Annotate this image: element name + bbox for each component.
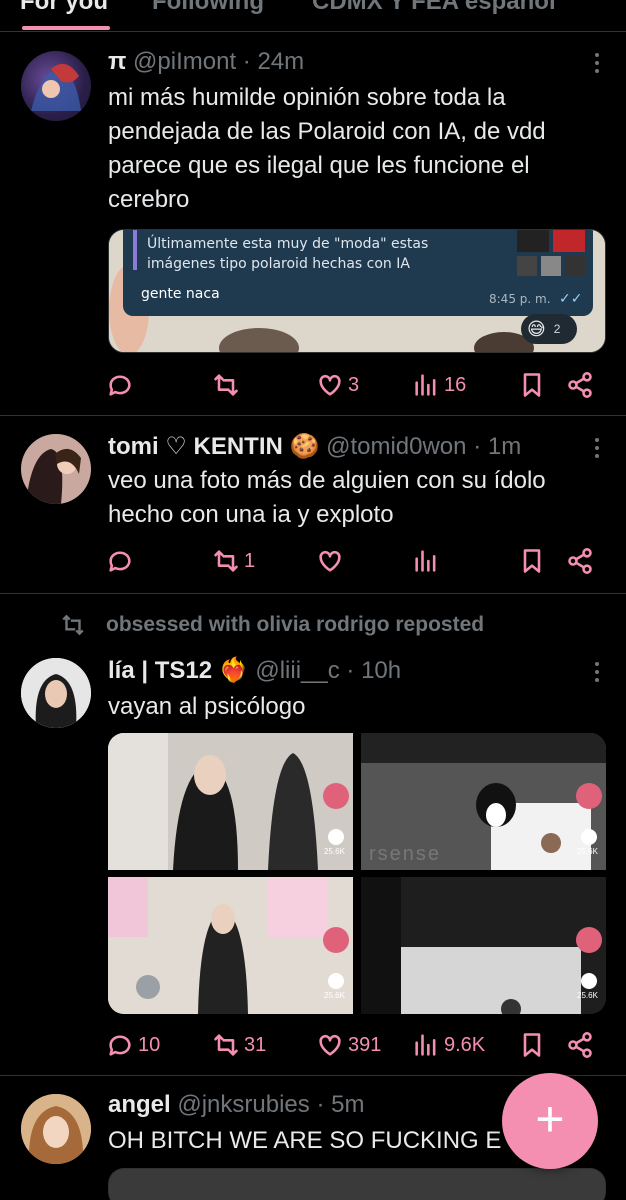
repost-icon (214, 1034, 238, 1056)
quoted-line-2: imágenes tipo polaroid hechas con IA (147, 256, 410, 272)
more-options-icon[interactable] (594, 436, 600, 460)
read-check-icon: ✓✓ (559, 290, 583, 306)
media-image-1[interactable]: 25.6K (108, 733, 353, 870)
post-text: OH BITCH WE ARE SO FUCKING E (108, 1127, 502, 1154)
post-actions: 1 (106, 544, 596, 578)
reply-icon (109, 1035, 131, 1056)
bookmark-icon (523, 549, 541, 573)
post-header: π @piImont · 24m (108, 47, 304, 77)
chat-bubble: Últimamente esta muy de "moda" estas imá… (123, 230, 593, 316)
like-button[interactable]: 391 (316, 1028, 381, 1062)
top-tabs: For you Following CDMX Y FEA español (0, 0, 626, 32)
repost-icon (214, 374, 238, 396)
post-text: vayan al psicólogo (108, 693, 306, 720)
bookmark-button[interactable] (518, 1028, 546, 1062)
timestamp[interactable]: · 1m (473, 433, 521, 460)
quoted-thumbnails (517, 230, 587, 278)
views-button[interactable] (412, 544, 444, 578)
post-header: lía | TS12 ❤‍🔥 @liii__c · 10h (108, 656, 401, 686)
display-name[interactable]: π (108, 48, 126, 75)
post-text: veo una foto más de alguien con su ídolo… (108, 467, 546, 528)
timestamp[interactable]: · 10h (346, 657, 401, 684)
bookmark-button[interactable] (518, 368, 546, 402)
post-media-image[interactable]: Últimamente esta muy de "moda" estas imá… (108, 229, 606, 353)
views-button[interactable]: 16 (412, 368, 466, 402)
tab-for-you[interactable]: For you (20, 0, 108, 16)
active-tab-indicator (22, 26, 110, 30)
handle[interactable]: @jnksrubies (177, 1091, 309, 1118)
chat-time: 8:45 p. m. (489, 292, 551, 306)
reply-button[interactable] (106, 368, 138, 402)
media-watermark: rsense (369, 843, 442, 865)
views-button[interactable]: 9.6K (412, 1028, 485, 1062)
like-button[interactable] (316, 544, 348, 578)
share-icon (568, 548, 592, 574)
media-like-count: 25.6K (324, 847, 345, 856)
reply-button[interactable] (106, 544, 138, 578)
avatar[interactable] (21, 51, 91, 121)
tab-list[interactable]: CDMX Y FEA español (312, 0, 556, 16)
views-icon (415, 550, 436, 572)
post-text: mi más humilde opinión sobre toda la pen… (108, 84, 546, 213)
more-options-icon[interactable] (594, 660, 600, 684)
heart-icon (319, 550, 341, 572)
more-options-icon[interactable] (594, 51, 600, 75)
display-name[interactable]: angel (108, 1091, 171, 1118)
share-button[interactable] (566, 544, 594, 578)
timestamp[interactable]: · 5m (316, 1091, 364, 1118)
bookmark-icon (523, 373, 541, 397)
views-icon (415, 374, 436, 396)
emoji-icon: 😅 (527, 318, 546, 339)
media-like-count: 25.6K (577, 991, 598, 1000)
media-like-count: 25.6K (577, 847, 598, 856)
post[interactable]: tomi ♡ KENTIN 🍪 @tomid0won · 1m veo una … (0, 416, 626, 594)
reply-button[interactable]: 10 (106, 1028, 160, 1062)
share-icon (568, 1032, 592, 1058)
repost-button[interactable]: 31 (212, 1028, 266, 1062)
post[interactable]: lía | TS12 ❤‍🔥 @liii__c · 10h vayan al p… (0, 594, 626, 1076)
avatar[interactable] (21, 1094, 91, 1164)
media-image-2[interactable]: rsense 25.6K (361, 733, 606, 870)
avatar[interactable] (21, 434, 91, 504)
heart-icon (319, 374, 341, 396)
post-actions: 3 16 (106, 368, 596, 402)
bookmark-button[interactable] (518, 544, 546, 578)
media-image-3[interactable]: 25.6K (108, 877, 353, 1014)
media-like-count: 25.6K (324, 991, 345, 1000)
tab-following[interactable]: Following (152, 0, 264, 16)
share-button[interactable] (566, 1028, 594, 1062)
compose-button[interactable]: + (502, 1073, 598, 1169)
handle[interactable]: @liii__c (255, 657, 339, 684)
media-grid: 25.6K rsense 25.6K 25.6K 25.6K (108, 733, 606, 1014)
repost-button[interactable] (212, 368, 244, 402)
repost-icon (214, 550, 238, 572)
post[interactable]: π @piImont · 24m mi más humilde opinión … (0, 33, 626, 416)
handle[interactable]: @tomid0won (326, 433, 466, 460)
reply-icon (109, 375, 131, 396)
reply-icon (109, 551, 131, 572)
heart-icon (319, 1034, 341, 1056)
quoted-line-1: Últimamente esta muy de "moda" estas (147, 236, 429, 252)
heart-on-fire-icon: ❤‍🔥 (218, 657, 249, 684)
post-media-image[interactable] (108, 1168, 606, 1200)
views-icon (415, 1034, 436, 1056)
post-header: angel @jnksrubies · 5m (108, 1090, 364, 1120)
timestamp[interactable]: · 24m (243, 48, 304, 75)
display-name[interactable]: tomi ♡ KENTIN 🍪 (108, 433, 319, 460)
bookmark-icon (523, 1033, 541, 1057)
chat-message: gente naca (141, 286, 220, 302)
share-icon (568, 372, 592, 398)
post-header: tomi ♡ KENTIN 🍪 @tomid0won · 1m (108, 432, 521, 462)
avatar[interactable] (21, 658, 91, 728)
handle[interactable]: @piImont (133, 48, 236, 75)
share-button[interactable] (566, 368, 594, 402)
display-name[interactable]: lía | TS12 (108, 657, 212, 684)
like-button[interactable]: 3 (316, 368, 359, 402)
post-actions: 10 31 391 9.6K (106, 1028, 596, 1062)
reaction-count: 2 (553, 322, 561, 336)
plus-icon: + (535, 1091, 565, 1147)
reaction-chip: 😅 2 (521, 314, 577, 344)
media-image-4[interactable]: 25.6K (361, 877, 606, 1014)
repost-button[interactable]: 1 (212, 544, 255, 578)
